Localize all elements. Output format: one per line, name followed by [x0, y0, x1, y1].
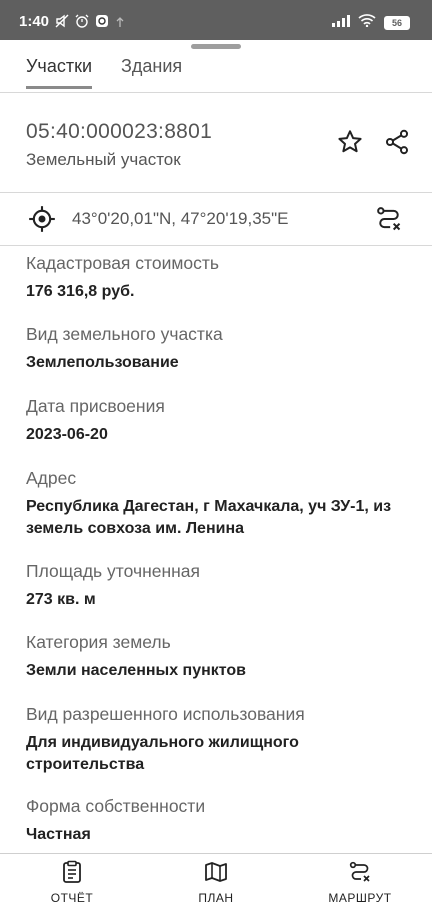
- coordinates-text[interactable]: 43°0'20,01"N, 47°20'19,35"E: [72, 209, 288, 229]
- field-value: 273 кв. м: [26, 591, 96, 608]
- field-value: Земли населенных пунктов: [26, 662, 247, 679]
- info-parcel-kind: Вид земельного участка Землепользование: [26, 323, 422, 374]
- star-icon: [338, 130, 362, 153]
- mute-icon: [55, 14, 69, 33]
- field-value: Частная: [26, 826, 91, 843]
- tab-parcels[interactable]: Участки: [26, 56, 92, 89]
- share-button[interactable]: [381, 126, 413, 158]
- field-value: Для индивидуального жилищного строительс…: [26, 732, 422, 776]
- field-value: 176 316,8 руб.: [26, 283, 135, 300]
- permitted-use-line-2: строительства: [26, 756, 145, 773]
- permitted-use-line-1: Для индивидуального жилищного: [26, 734, 299, 751]
- locate-button[interactable]: [26, 203, 58, 235]
- address-line-2: земель совхоза им. Ленина: [26, 520, 245, 537]
- info-area: Площадь уточненная 273 кв. м: [26, 560, 422, 611]
- report-icon: [63, 860, 81, 883]
- wifi-icon: [358, 14, 376, 32]
- info-permitted-use: Вид разрешенного использования Для индив…: [26, 703, 422, 776]
- tab-buildings[interactable]: Здания: [121, 56, 182, 87]
- info-cadastral-value: Кадастровая стоимость 176 316,8 руб.: [26, 252, 422, 303]
- field-value: Республика Дагестан, г Махачкала, уч ЗУ-…: [26, 496, 422, 540]
- route-icon: [349, 861, 370, 882]
- parcel-type: Земельный участок: [26, 150, 181, 169]
- field-label: Форма собственности: [26, 796, 206, 816]
- cadastral-number: 05:40:000023:8801: [26, 120, 213, 143]
- favorite-button[interactable]: [334, 126, 366, 158]
- field-value: Землепользование: [26, 354, 179, 371]
- field-label: Вид земельного участка: [26, 324, 223, 344]
- info-ownership-form: Форма собственности Частная: [26, 795, 422, 846]
- signal-icon: [332, 14, 350, 32]
- nav-plan-label: ПЛАН: [198, 891, 234, 905]
- field-label: Дата присвоения: [26, 396, 165, 416]
- field-label: Вид разрешенного использования: [26, 704, 305, 724]
- share-icon: [385, 129, 409, 155]
- alarm-icon: [75, 14, 89, 33]
- nav-route[interactable]: МАРШРУТ: [305, 860, 415, 905]
- map-icon: [205, 862, 227, 882]
- parcel-header: 05:40:000023:8801 Земельный участок: [0, 93, 432, 193]
- app-notification-icon: [95, 14, 109, 33]
- nav-report[interactable]: ОТЧЁТ: [17, 860, 127, 905]
- route-icon: [377, 207, 401, 231]
- field-value: 2023-06-20: [26, 426, 108, 443]
- route-button[interactable]: [373, 203, 405, 235]
- nav-plan[interactable]: ПЛАН: [161, 860, 271, 905]
- status-time: 1:40: [19, 13, 50, 30]
- coordinates-row: 43°0'20,01"N, 47°20'19,35"E: [0, 193, 432, 246]
- status-bar: 1:40 56: [0, 0, 432, 40]
- crosshair-icon: [29, 206, 55, 232]
- field-label: Площадь уточненная: [26, 561, 201, 581]
- nav-report-label: ОТЧЁТ: [50, 891, 94, 905]
- info-address: Адрес Республика Дагестан, г Махачкала, …: [26, 467, 422, 540]
- address-line-1: Республика Дагестан, г Махачкала, уч ЗУ-…: [26, 498, 392, 515]
- field-label: Кадастровая стоимость: [26, 253, 219, 273]
- field-label: Адрес: [26, 468, 77, 488]
- info-land-category: Категория земель Земли населенных пункто…: [26, 631, 422, 682]
- upload-icon: [115, 15, 125, 33]
- info-assignment-date: Дата присвоения 2023-06-20: [26, 395, 422, 446]
- battery-icon: 56: [384, 16, 410, 30]
- nav-route-label: МАРШРУТ: [328, 891, 392, 905]
- tab-bar: Участки Здания: [0, 50, 432, 93]
- sheet-drag-handle[interactable]: [191, 44, 241, 49]
- bottom-navigation: ОТЧЁТ ПЛАН МАРШРУТ: [0, 853, 432, 905]
- field-label: Категория земель: [26, 632, 171, 652]
